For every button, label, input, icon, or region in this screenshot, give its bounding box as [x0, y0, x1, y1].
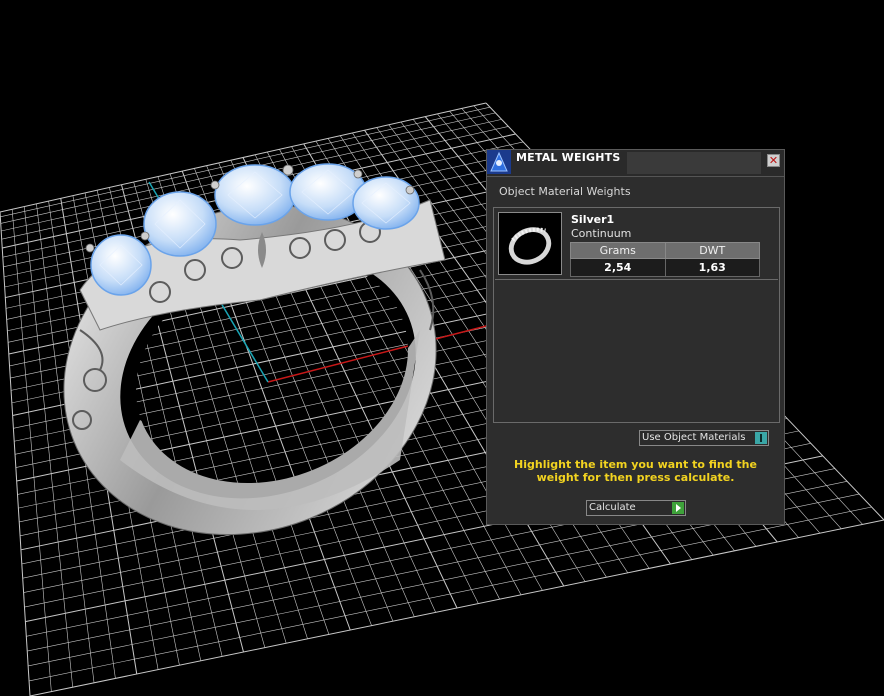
metal-weights-panel: METAL WEIGHTS ✕ Object Material Weights …	[486, 149, 785, 525]
dwt-value: 1,63	[664, 258, 760, 277]
info-icon[interactable]	[755, 432, 767, 444]
material-list: Silver1 Continuum Grams DWT 2,54 1,63	[493, 207, 780, 423]
list-item[interactable]: Silver1 Continuum Grams DWT 2,54 1,63	[495, 209, 778, 280]
material-subtitle: Continuum	[571, 227, 632, 240]
panel-title: METAL WEIGHTS	[516, 151, 621, 164]
column-header-grams: Grams	[570, 242, 666, 259]
ring-thumbnail	[498, 212, 562, 275]
use-object-materials-label: Use Object Materials	[642, 432, 746, 443]
weights-table: Grams DWT 2,54 1,63	[570, 242, 760, 277]
use-object-materials-button[interactable]: Use Object Materials	[639, 430, 769, 446]
material-name: Silver1	[571, 213, 615, 226]
metal-weights-icon	[487, 150, 511, 174]
play-icon[interactable]	[672, 502, 684, 514]
panel-titlebar[interactable]: METAL WEIGHTS ✕	[487, 150, 784, 177]
calculate-label: Calculate	[589, 502, 636, 513]
close-icon[interactable]: ✕	[767, 154, 780, 167]
calculate-button[interactable]: Calculate	[586, 500, 686, 516]
grams-value: 2,54	[570, 258, 666, 277]
section-label: Object Material Weights	[499, 185, 631, 198]
column-header-dwt: DWT	[664, 242, 760, 259]
instruction-text: Highlight the item you want to find the …	[514, 458, 757, 484]
titlebar-strip	[627, 152, 761, 174]
